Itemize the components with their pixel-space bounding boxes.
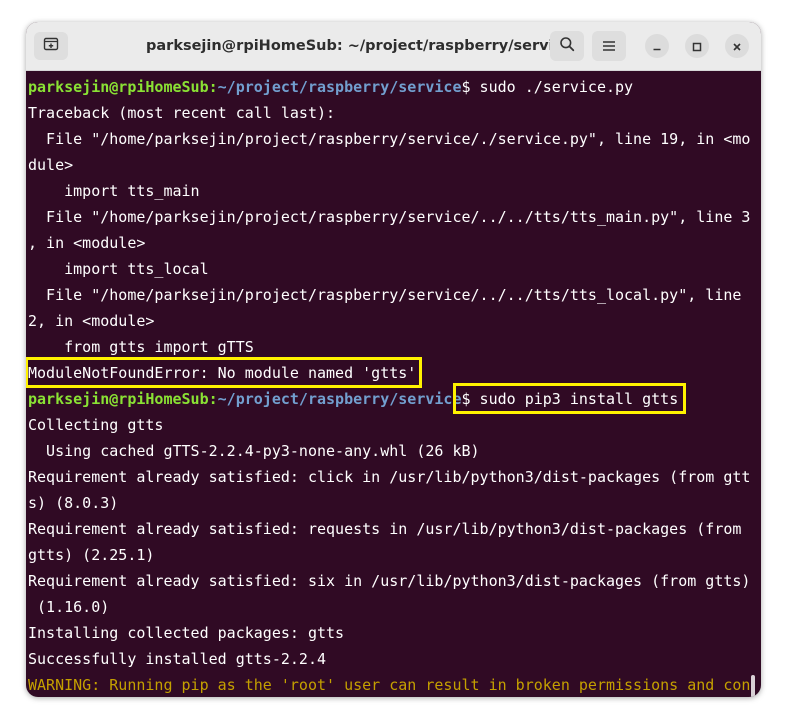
prompt-user: parksejin@rpiHomeSub	[28, 390, 209, 408]
output-line: Requirement already satisfied: six in /u…	[28, 572, 751, 590]
output-line: Using cached gTTS-2.2.4-py3-none-any.whl…	[28, 442, 480, 460]
new-tab-icon	[43, 36, 59, 56]
minimize-button[interactable]	[645, 34, 669, 58]
output-line: (1.16.0)	[28, 598, 110, 616]
new-tab-button[interactable]	[34, 32, 68, 60]
terminal-output[interactable]: parksejin@rpiHomeSub:~/project/raspberry…	[26, 71, 761, 697]
output-line: , in <module>	[28, 234, 146, 252]
output-line: import tts_main	[28, 182, 200, 200]
prompt-line: parksejin@rpiHomeSub:~/project/raspberry…	[28, 78, 634, 96]
terminal-window: parksejin@rpiHomeSub: ~/project/raspberr…	[26, 22, 761, 697]
window-title: parksejin@rpiHomeSub: ~/project/raspberr…	[146, 38, 572, 54]
output-line: File "/home/parksejin/project/raspberry/…	[28, 208, 751, 226]
minimize-icon	[652, 37, 662, 56]
output-line: gtts) (2.25.1)	[28, 546, 155, 564]
command-text: $ sudo ./service.py	[461, 78, 634, 96]
output-line: Traceback (most recent call last):	[28, 104, 336, 122]
error-highlight-box	[26, 357, 422, 388]
output-line: s) (8.0.3)	[28, 494, 119, 512]
close-button[interactable]	[725, 34, 749, 58]
output-line: File "/home/parksejin/project/raspberry/…	[28, 130, 751, 148]
command-highlight-box	[453, 383, 686, 414]
title-bar: parksejin@rpiHomeSub: ~/project/raspberr…	[26, 22, 761, 71]
output-line: Requirement already satisfied: click in …	[28, 468, 751, 486]
output-line: Successfully installed gtts-2.2.4	[28, 650, 327, 668]
prompt-path: ~/project/raspberry/service	[217, 390, 462, 408]
scrollbar-thumb[interactable]	[751, 675, 755, 697]
maximize-button[interactable]	[685, 34, 709, 58]
menu-button[interactable]	[592, 31, 626, 61]
output-line: File "/home/parksejin/project/raspberry/…	[28, 286, 742, 304]
search-icon	[559, 36, 575, 56]
output-line: import tts_local	[28, 260, 209, 278]
prompt-user: parksejin@rpiHomeSub	[28, 78, 209, 96]
output-line: Requirement already satisfied: requests …	[28, 520, 742, 538]
prompt-path: ~/project/raspberry/service	[217, 78, 462, 96]
search-button[interactable]	[550, 31, 584, 61]
hamburger-menu-icon	[602, 37, 616, 56]
output-line: dule>	[28, 156, 74, 174]
output-line: Collecting gtts	[28, 416, 164, 434]
output-line: Installing collected packages: gtts	[28, 624, 345, 642]
warning-line: WARNING: Running pip as the 'root' user …	[28, 676, 751, 694]
close-icon	[732, 37, 742, 56]
output-line: 2, in <module>	[28, 312, 155, 330]
maximize-icon	[692, 37, 702, 56]
